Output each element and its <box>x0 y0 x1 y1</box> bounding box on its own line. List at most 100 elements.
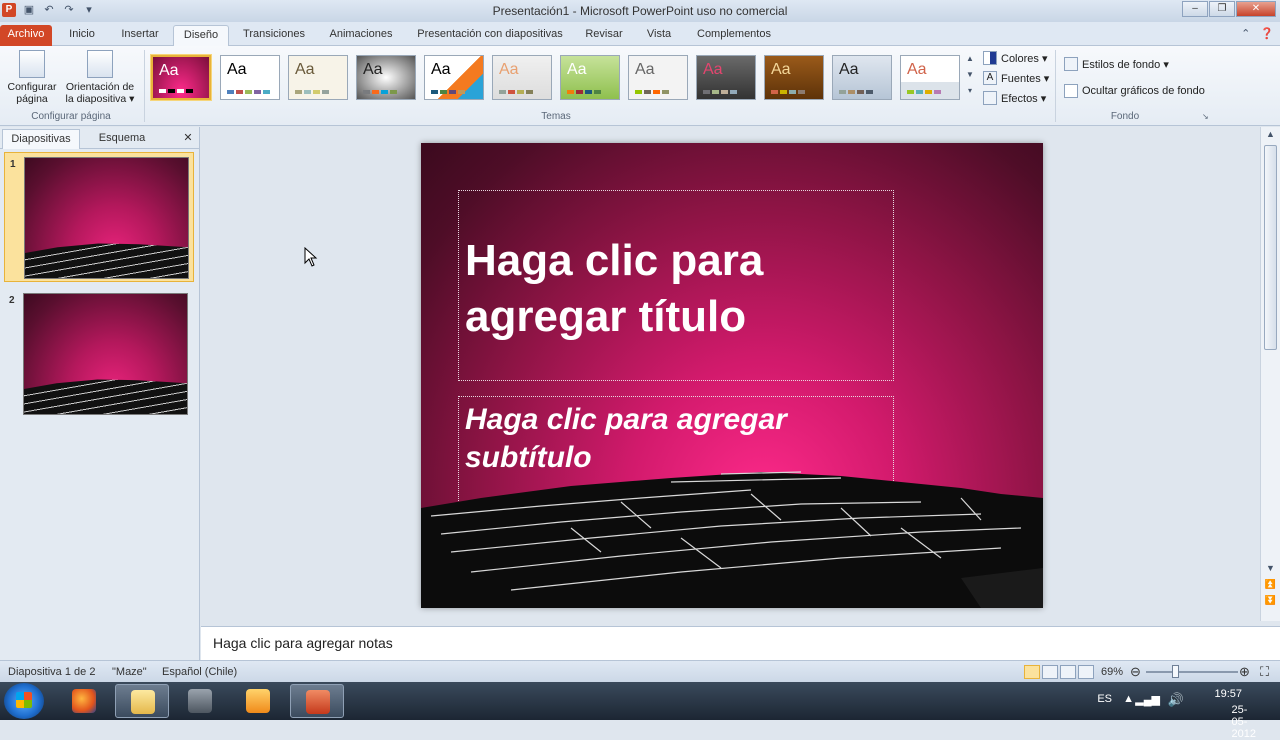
gallery-up-icon[interactable]: ▲ <box>963 54 977 70</box>
scroll-down-icon[interactable]: ▼ <box>1261 563 1280 573</box>
tab-revisar[interactable]: Revisar <box>578 25 630 46</box>
zoom-slider[interactable] <box>1146 671 1238 673</box>
taskbar: ES ▲ ▂▄▆ 🔊 19:57 25-05-2012 <box>0 682 1280 740</box>
tab-diseno[interactable]: Diseño <box>173 25 229 46</box>
fonts-button[interactable]: A Fuentes ▾ <box>983 71 1049 85</box>
start-button[interactable] <box>4 683 44 719</box>
minimize-button[interactable]: – <box>1182 1 1208 17</box>
theme-clarity[interactable]: Aa <box>832 55 892 100</box>
tab-esquema[interactable]: Esquema <box>84 129 160 149</box>
taskbar-firefox[interactable] <box>57 684 111 718</box>
tab-animaciones[interactable]: Animaciones <box>320 25 402 46</box>
editing-area: Haga clic para agregar título Haga clic … <box>201 127 1260 621</box>
tray-expand-icon[interactable]: ▲ <box>1123 693 1134 705</box>
theme-black-tie[interactable]: Aa <box>696 55 756 100</box>
network-icon[interactable]: ▂▄▆ <box>1135 693 1160 706</box>
status-bar: Diapositiva 1 de 2 "Maze" Español (Chile… <box>0 660 1280 682</box>
background-styles-button[interactable]: Estilos de fondo ▾ <box>1064 57 1169 71</box>
theme-sample: Aa <box>635 61 655 78</box>
fit-to-window-icon[interactable]: ⛶ <box>1260 664 1269 680</box>
slide-preview <box>24 157 189 279</box>
page-setup-button[interactable]: Configurar página <box>4 50 60 105</box>
theme-apothecary[interactable]: Aa <box>492 55 552 100</box>
scroll-up-icon[interactable]: ▲ <box>1261 129 1280 139</box>
title-line1: Haga clic para <box>465 236 764 285</box>
page-setup-label-line2: página <box>16 93 48 105</box>
volume-icon[interactable]: 🔊 <box>1168 692 1184 708</box>
theme-office[interactable]: Aa <box>220 55 280 100</box>
scrollbar-thumb[interactable] <box>1264 145 1277 350</box>
taskbar-powerpoint[interactable] <box>290 684 344 718</box>
firefox-icon <box>72 689 96 713</box>
ribbon-right-controls: ⌃ ❓ <box>1241 27 1274 40</box>
slide-number: 1 <box>10 159 16 170</box>
theme-austin[interactable]: Aa <box>628 55 688 100</box>
page-setup-icon <box>19 50 45 78</box>
zoom-slider-thumb[interactable] <box>1172 665 1179 678</box>
slide-orientation-button[interactable]: Orientación de la diapositiva ▾ <box>62 50 138 105</box>
reading-view-icon[interactable] <box>1060 665 1076 679</box>
gallery-down-icon[interactable]: ▼ <box>963 70 977 86</box>
close-panel-icon[interactable]: ✕ <box>178 129 198 149</box>
title-bar: P ▣ ↶ ↷ ▾ Presentación1 - Microsoft Powe… <box>0 0 1280 22</box>
zoom-out-icon[interactable]: ⊖ <box>1130 664 1141 680</box>
zoom-in-icon[interactable]: ⊕ <box>1239 664 1250 680</box>
theme-apex[interactable]: Aa <box>424 55 484 100</box>
tab-complementos[interactable]: Complementos <box>688 25 780 46</box>
slide-thumbnail-1[interactable]: 1 <box>4 152 194 282</box>
panel-tabs: Diapositivas Esquema ✕ <box>0 127 199 149</box>
close-button[interactable]: ✕ <box>1236 1 1276 17</box>
gallery-more-icon[interactable]: ▾ <box>963 86 977 102</box>
language-indicator[interactable]: Español (Chile) <box>162 666 237 678</box>
orientation-label-line2: la diapositiva ▾ <box>65 93 135 105</box>
input-language[interactable]: ES <box>1097 693 1112 705</box>
theme-composite[interactable]: Aa <box>900 55 960 100</box>
next-slide-icon[interactable]: ⏬ <box>1261 595 1280 606</box>
theme-aspect[interactable]: Aa <box>560 55 620 100</box>
title-placeholder[interactable]: Haga clic para agregar título <box>458 190 894 381</box>
normal-view-icon[interactable] <box>1024 665 1040 679</box>
taskbar-counter-strike[interactable] <box>173 684 227 718</box>
tab-presentacion[interactable]: Presentación con diapositivas <box>410 25 570 46</box>
tab-inicio[interactable]: Inicio <box>58 25 106 46</box>
tab-diapositivas[interactable]: Diapositivas <box>2 129 80 149</box>
colors-button[interactable]: Colores ▾ <box>983 51 1047 65</box>
slide-sorter-view-icon[interactable] <box>1042 665 1058 679</box>
window-controls: – ❐ ✕ <box>1182 1 1276 17</box>
tab-archivo[interactable]: Archivo <box>0 25 52 46</box>
clock-time[interactable]: 19:57 <box>1214 688 1242 700</box>
help-icon[interactable]: ❓ <box>1260 27 1274 40</box>
ribbon-tabs: Archivo Inicio Insertar Diseño Transicio… <box>0 22 1280 46</box>
slide-thumbnail-2[interactable]: 2 <box>4 289 194 419</box>
zoom-level[interactable]: 69% <box>1101 666 1123 678</box>
hide-background-graphics-checkbox[interactable]: Ocultar gráficos de fondo <box>1064 84 1205 98</box>
clock-date[interactable]: 25-05-2012 <box>1232 704 1256 740</box>
effects-icon <box>983 91 997 105</box>
taskbar-media-player[interactable] <box>231 684 285 718</box>
vertical-scrollbar[interactable]: ▲ ▼ ⏫ ⏬ <box>1260 127 1280 621</box>
taskbar-explorer[interactable] <box>115 684 169 718</box>
theme-civic[interactable]: Aa <box>764 55 824 100</box>
tab-vista[interactable]: Vista <box>638 25 680 46</box>
theme-maze[interactable]: Aa <box>151 55 211 100</box>
minimize-ribbon-icon[interactable]: ⌃ <box>1241 27 1250 40</box>
theme-adjacency[interactable]: Aa <box>288 55 348 100</box>
theme-angles[interactable]: Aa <box>356 55 416 100</box>
slideshow-view-icon[interactable] <box>1078 665 1094 679</box>
effects-button[interactable]: Efectos ▾ <box>983 91 1046 105</box>
group-separator <box>144 50 145 122</box>
current-slide: Haga clic para agregar título Haga clic … <box>421 143 1043 608</box>
dialog-launcher-icon[interactable]: ↘ <box>1202 112 1209 121</box>
slide-counter: Diapositiva 1 de 2 <box>8 666 96 678</box>
notes-pane[interactable]: Haga clic para agregar notas <box>201 626 1280 660</box>
background-styles-label: Estilos de fondo ▾ <box>1082 58 1169 71</box>
notes-placeholder[interactable]: Haga clic para agregar notas <box>213 635 393 651</box>
theme-name: "Maze" <box>112 666 147 678</box>
tab-transiciones[interactable]: Transiciones <box>236 25 312 46</box>
maximize-button[interactable]: ❐ <box>1209 1 1235 17</box>
game-icon <box>188 689 212 713</box>
fonts-label: Fuentes ▾ <box>1001 72 1050 85</box>
tab-insertar[interactable]: Insertar <box>112 25 168 46</box>
previous-slide-icon[interactable]: ⏫ <box>1261 579 1280 590</box>
theme-sample: Aa <box>227 61 247 78</box>
